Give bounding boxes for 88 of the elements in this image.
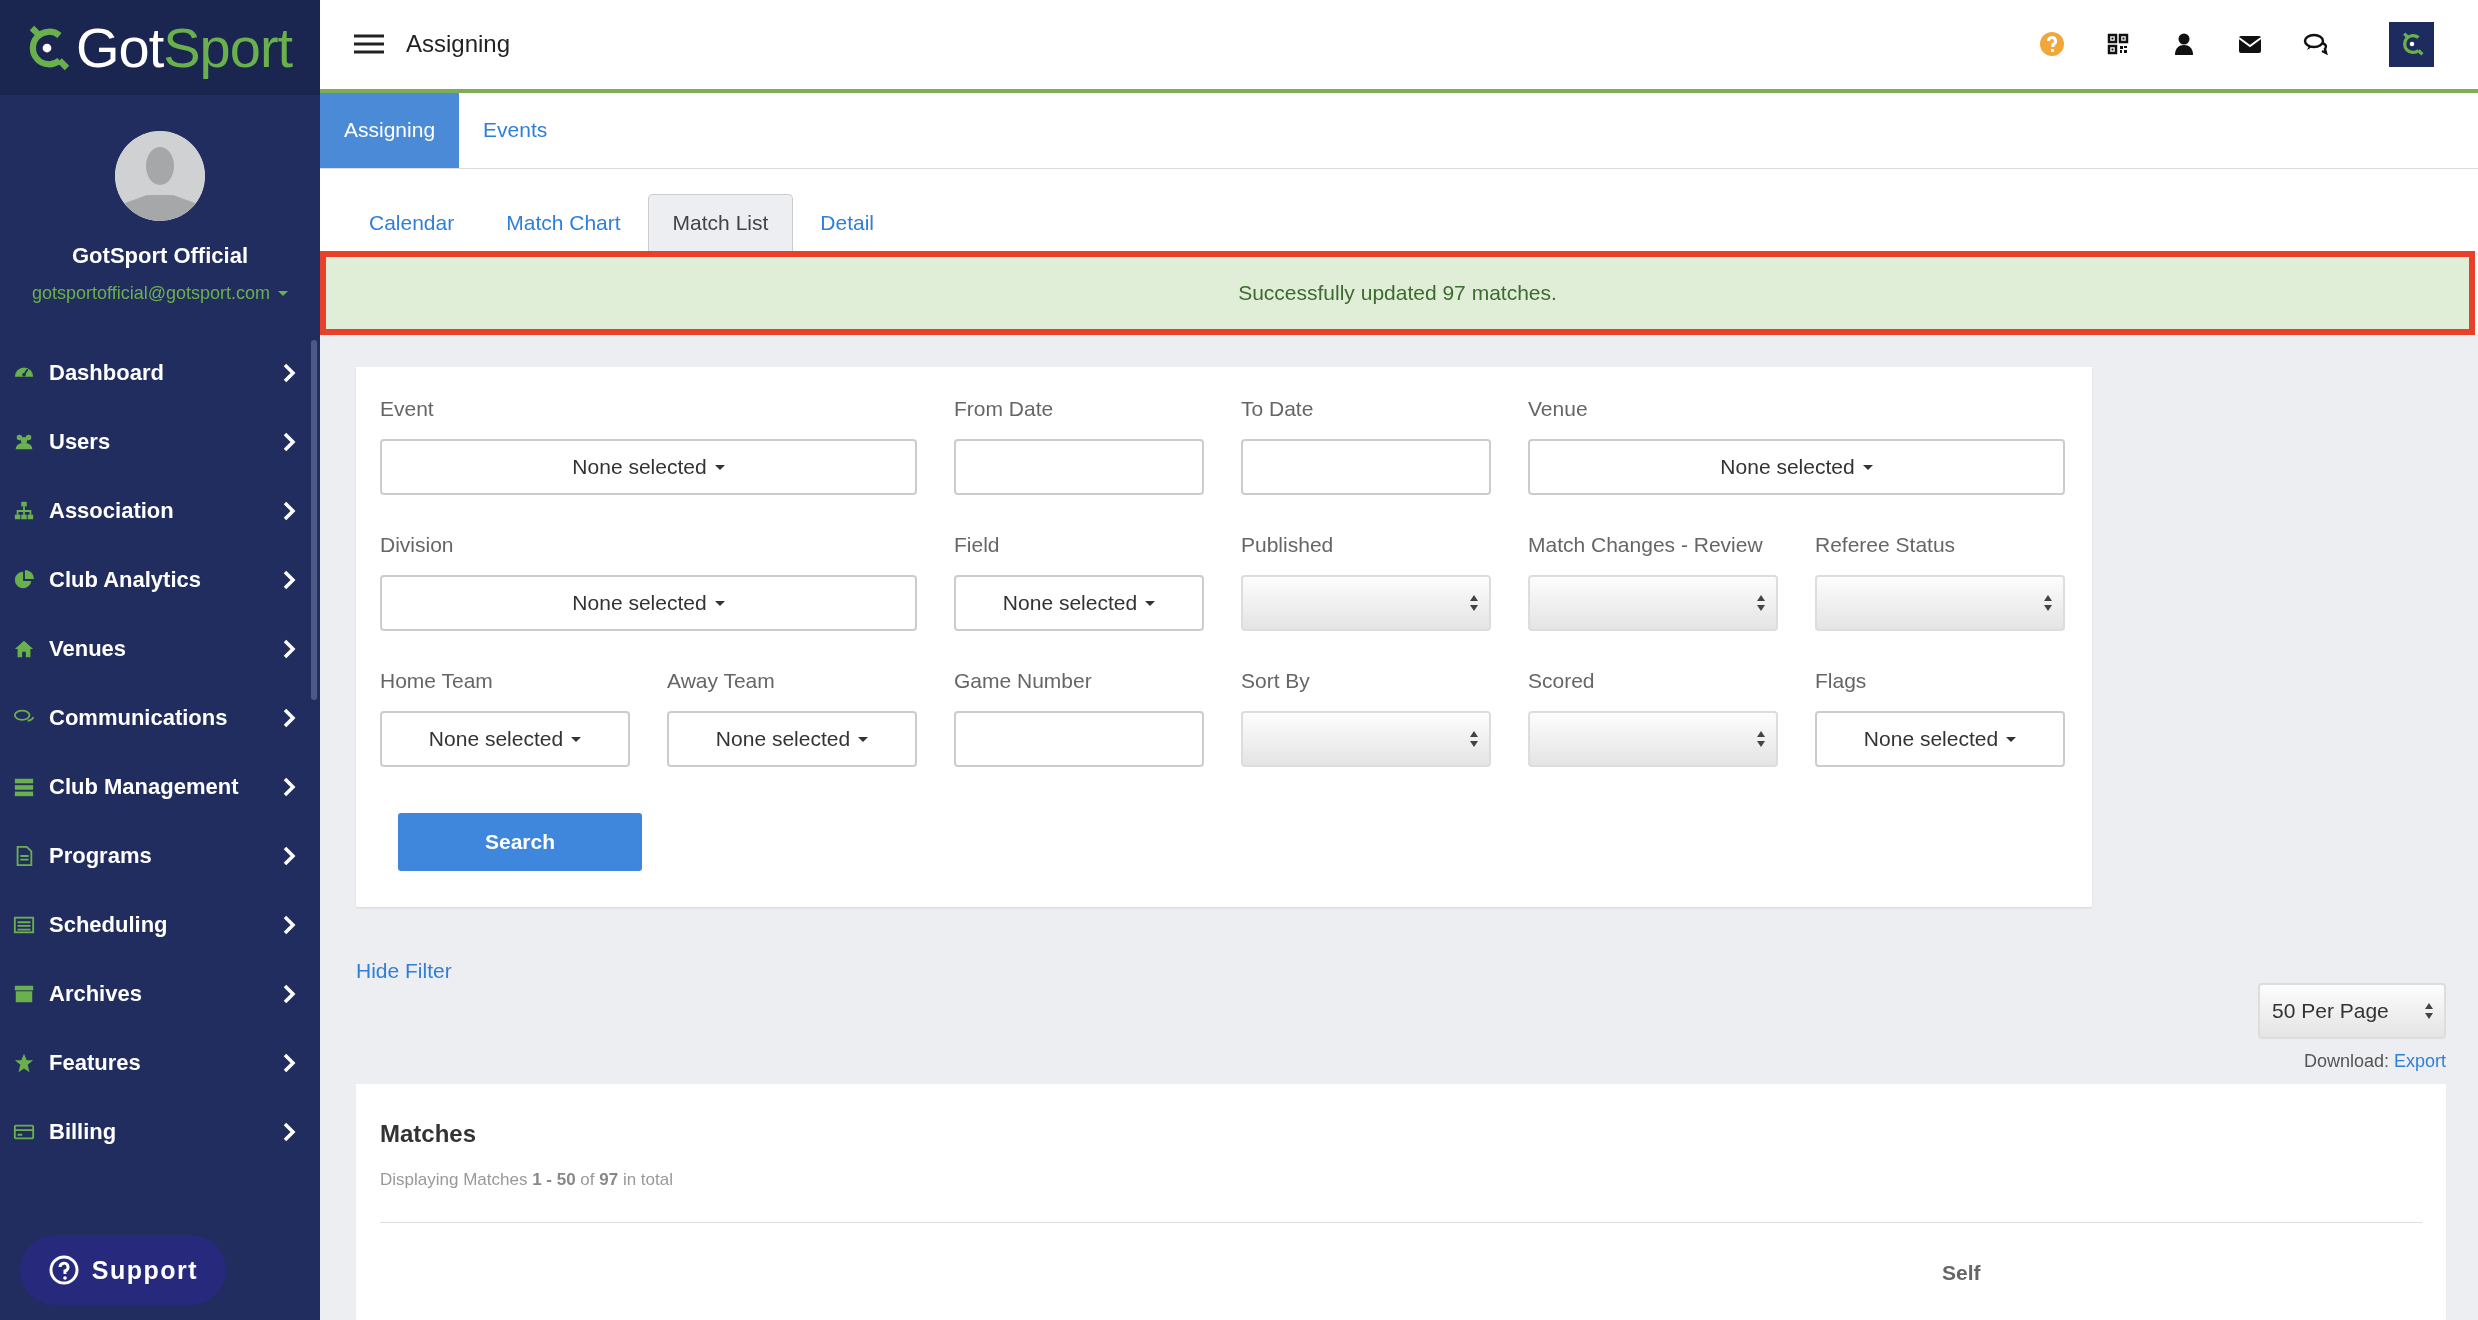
sidebar-item[interactable]: Scheduling [0, 890, 320, 959]
help-icon[interactable] [2039, 31, 2065, 58]
sidebar-item[interactable]: Users [0, 407, 320, 476]
brand-logo: GotSport [76, 15, 293, 80]
field-label: Match Changes - Review [1528, 533, 1764, 557]
chevron-right-icon [282, 913, 296, 936]
matches-summary: Displaying Matches 1 - 50 of 97 in total [380, 1170, 674, 1190]
chevron-right-icon [282, 430, 296, 453]
page-title: Assigning [406, 30, 512, 59]
chat-bubbles-icon[interactable] [2303, 31, 2329, 58]
sitemap-icon [13, 499, 35, 522]
input-field[interactable] [954, 439, 1204, 495]
field-label: Home Team [380, 669, 494, 693]
chevron-right-icon [282, 1120, 296, 1143]
select-arrows-icon [1756, 594, 1766, 612]
column-header: Self [1942, 1261, 1982, 1285]
sidebar-item[interactable]: Communications [0, 683, 320, 752]
app-logo-button[interactable] [2389, 21, 2434, 67]
view-tab[interactable]: Calendar [344, 194, 480, 251]
sidebar-item[interactable]: Dashboard [0, 338, 320, 407]
hide-filter-link[interactable]: Hide Filter [356, 959, 452, 983]
search-button[interactable]: Search [398, 813, 642, 871]
multiselect-dropdown[interactable]: None selected [380, 711, 630, 767]
view-tab[interactable]: Detail [795, 194, 899, 251]
input-field[interactable] [954, 711, 1204, 767]
field-label: Away Team [667, 669, 776, 693]
field-label: Event [380, 397, 435, 421]
chevron-right-icon [282, 499, 296, 522]
select-arrows-icon [1756, 730, 1766, 748]
multiselect-dropdown[interactable]: None selected [1815, 711, 2065, 767]
chevron-right-icon [282, 775, 296, 798]
field-label: Venue [1528, 397, 1589, 421]
view-tab[interactable]: Match List [647, 194, 794, 251]
chevron-right-icon [282, 982, 296, 1005]
sidebar-item[interactable]: Club Management [0, 752, 320, 821]
multiselect-dropdown[interactable]: None selected [954, 575, 1204, 631]
select-dropdown[interactable] [1241, 711, 1491, 767]
field-label: Field [954, 533, 1001, 557]
select-arrows-icon [2043, 594, 2053, 612]
chevron-right-icon [282, 568, 296, 591]
sidebar-item[interactable]: Association [0, 476, 320, 545]
multiselect-dropdown[interactable]: None selected [667, 711, 917, 767]
chevron-right-icon [282, 844, 296, 867]
field-label: Division [380, 533, 455, 557]
select-dropdown[interactable] [1528, 575, 1778, 631]
field-label: From Date [954, 397, 1055, 421]
select-dropdown[interactable] [1241, 575, 1491, 631]
chevron-right-icon [282, 706, 296, 729]
select-dropdown[interactable] [1528, 711, 1778, 767]
chevron-right-icon [282, 361, 296, 384]
field-label: Sort By [1241, 669, 1311, 693]
field-label: Flags [1815, 669, 1868, 693]
export-link[interactable]: Export [2393, 1051, 2446, 1072]
field-label: Referee Status [1815, 533, 1957, 557]
nav-tab[interactable]: Assigning [320, 92, 460, 168]
scrollbar[interactable] [311, 340, 317, 700]
sidebar-item[interactable]: Billing [0, 1097, 320, 1166]
multiselect-dropdown[interactable]: None selected [1528, 439, 2065, 495]
nav-tab[interactable]: Events [459, 92, 572, 168]
per-page-select[interactable]: 50 Per Page [2258, 983, 2446, 1039]
multiselect-dropdown[interactable]: None selected [380, 439, 917, 495]
sidebar-item[interactable]: Archives [0, 959, 320, 1028]
select-arrows-icon [2424, 1002, 2434, 1020]
field-label: Game Number [954, 669, 1093, 693]
sidebar-item[interactable]: Venues [0, 614, 320, 683]
download-label: Download: [2303, 1051, 2389, 1072]
select-arrows-icon [1469, 594, 1479, 612]
sidebar-item[interactable]: Programs [0, 821, 320, 890]
menu-icon[interactable] [354, 34, 384, 55]
field-label: Published [1241, 533, 1335, 557]
user-email-dropdown[interactable]: gotsportofficial@gotsport.com [31, 283, 289, 304]
field-label: Scored [1528, 669, 1596, 693]
sidebar-item[interactable]: Features [0, 1028, 320, 1097]
user-name: GotSport Official [72, 243, 248, 269]
help-icon [47, 1254, 80, 1286]
chevron-right-icon [282, 637, 296, 660]
view-tab[interactable]: Match Chart [481, 194, 646, 251]
select-arrows-icon [1469, 730, 1479, 748]
select-dropdown[interactable] [1815, 575, 2065, 631]
chevron-right-icon [282, 1051, 296, 1074]
input-field[interactable] [1241, 439, 1491, 495]
support-button[interactable]: Support [20, 1235, 226, 1305]
pie-chart-icon [13, 568, 35, 591]
multiselect-dropdown[interactable]: None selected [380, 575, 917, 631]
matches-title: Matches [380, 1120, 478, 1148]
sidebar-item[interactable]: Club Analytics [0, 545, 320, 614]
success-alert: Successfully updated 97 matches. [326, 257, 2469, 329]
field-label: To Date [1241, 397, 1315, 421]
